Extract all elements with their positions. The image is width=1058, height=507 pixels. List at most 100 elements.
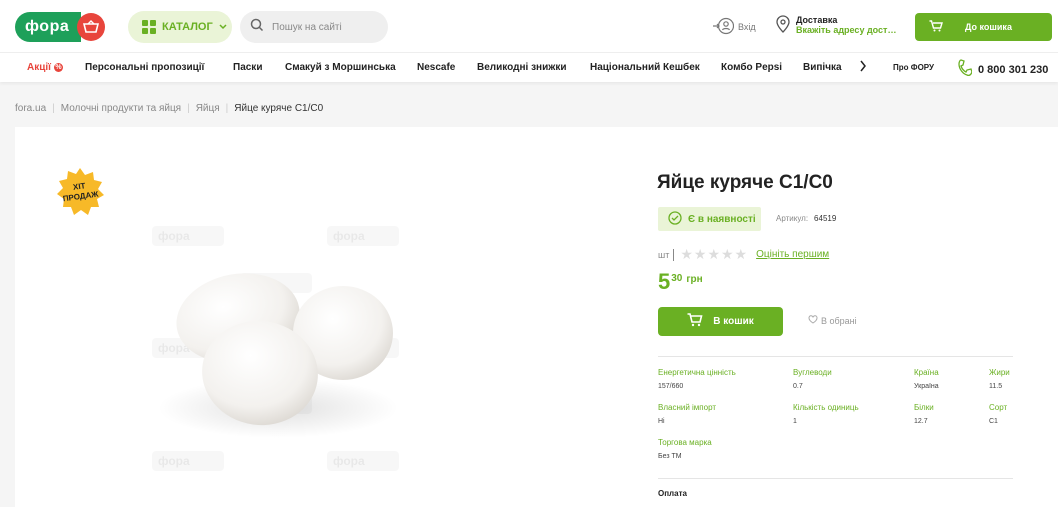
- price-currency: грн: [686, 274, 703, 285]
- property-key: Вуглеводи: [793, 368, 832, 377]
- cart-label: До кошика: [965, 22, 1012, 32]
- product-title: Яйце куряче С1/С0: [657, 172, 833, 193]
- breadcrumb: fora.ua | Молочні продукти та яйця | Яйц…: [15, 103, 323, 114]
- percent-icon: %: [53, 63, 63, 72]
- property-value: 1: [793, 418, 797, 425]
- watermark: фора: [327, 451, 399, 471]
- login-link[interactable]: Вхід: [712, 17, 756, 37]
- article-label: Артикул:: [776, 214, 809, 223]
- logo-text: фора: [15, 12, 82, 42]
- basket-logo-icon: [77, 13, 106, 41]
- cart-button[interactable]: До кошика: [915, 13, 1052, 41]
- divider: [658, 356, 1013, 357]
- property-own-import: Власний імпорт Ні: [658, 403, 716, 425]
- favorite-label: В обрані: [821, 315, 857, 326]
- payment-heading[interactable]: Оплата: [658, 489, 687, 498]
- phone-number: 0 800 301 230: [978, 63, 1049, 76]
- article-value: 64519: [814, 214, 837, 223]
- property-units-count: Кількість одиниць 1: [793, 403, 859, 425]
- breadcrumb-separator: |: [187, 103, 190, 114]
- promo-nav: Акції % Персональні пропозиції Паски Сма…: [0, 52, 1058, 82]
- nav-item-cashback[interactable]: Національний Кешбек: [590, 62, 700, 73]
- rating-row: шт ★★★★★ Оцініть першим: [658, 246, 829, 263]
- price: 5 30 грн: [658, 270, 703, 294]
- property-value: 12.7: [914, 418, 928, 425]
- grid-icon: [142, 20, 156, 34]
- heart-icon: [808, 315, 818, 326]
- chevron-down-icon: [219, 21, 227, 33]
- search-icon: [250, 18, 264, 37]
- property-value: 0.7: [793, 383, 803, 390]
- property-key: Країна: [914, 368, 939, 377]
- cart-icon: [687, 313, 703, 330]
- property-value: Ні: [658, 418, 665, 425]
- property-brand: Торгова марка Без ТМ: [658, 438, 712, 460]
- nav-item-nescafe[interactable]: Nescafe: [417, 62, 455, 73]
- nav-item-promotions[interactable]: Акції %: [27, 62, 63, 73]
- rating-stars-icon[interactable]: ★★★★★: [680, 246, 748, 263]
- check-circle-icon: [668, 210, 682, 228]
- favorite-button[interactable]: В обрані: [808, 315, 857, 326]
- add-to-cart-button[interactable]: В кошик: [658, 307, 783, 336]
- property-value: Україна: [914, 383, 939, 390]
- breadcrumb-separator: |: [52, 103, 55, 114]
- property-value: 11.5: [989, 383, 1003, 390]
- chevron-right-icon[interactable]: [859, 60, 867, 75]
- watermark: фора: [152, 451, 224, 471]
- phone-link[interactable]: 0 800 301 230: [958, 59, 1048, 80]
- site-header: фора КАТАЛОГ Вхід Доставка Вкажіть адрес…: [0, 0, 1058, 52]
- login-label: Вхід: [738, 22, 756, 32]
- watermark: фора: [152, 226, 224, 246]
- property-carbs: Вуглеводи 0.7: [793, 368, 832, 390]
- article-number: Артикул: 64519: [776, 214, 836, 223]
- watermark: фора: [327, 226, 399, 246]
- property-proteins: Білки 12.7: [914, 403, 934, 425]
- price-cents: 30: [671, 273, 683, 284]
- logo[interactable]: фора: [15, 12, 106, 42]
- property-key: Жири: [989, 368, 1010, 377]
- nav-item-paska[interactable]: Паски: [233, 62, 262, 73]
- property-value: 157/660: [658, 383, 684, 390]
- nav-item-pepsi[interactable]: Комбо Pepsi: [721, 62, 782, 73]
- property-key: Енергетична цінність: [658, 368, 736, 377]
- phone-icon: [958, 59, 973, 80]
- cart-icon: [929, 20, 943, 34]
- divider: [673, 248, 675, 261]
- price-main: 5: [658, 269, 671, 294]
- stock-status: Є в наявності: [658, 207, 761, 231]
- nav-label: Акції: [27, 62, 51, 73]
- property-grade: Сорт С1: [989, 403, 1007, 425]
- nav-item-personal-offers[interactable]: Персональні пропозиції: [85, 62, 204, 73]
- breadcrumb-item[interactable]: Молочні продукти та яйця: [61, 103, 181, 114]
- divider: [658, 478, 1013, 479]
- product-image-eggs: [158, 273, 398, 438]
- unit-label: шт: [658, 249, 670, 260]
- nav-item-easter-discounts[interactable]: Великодні знижки: [477, 62, 566, 73]
- catalog-label: КАТАЛОГ: [162, 21, 213, 33]
- nav-item-about[interactable]: Про ФОРУ: [893, 63, 934, 72]
- search-input[interactable]: [272, 21, 382, 33]
- catalog-button[interactable]: КАТАЛОГ: [128, 11, 232, 43]
- property-key: Власний імпорт: [658, 403, 717, 412]
- add-to-cart-label: В кошик: [713, 316, 754, 327]
- breadcrumb-item[interactable]: Яйця: [196, 103, 220, 114]
- nav-item-bakery[interactable]: Випічка: [803, 62, 842, 73]
- delivery-selector[interactable]: Доставка Вкажіть адресу доставки: [776, 15, 898, 38]
- property-key: Кількість одиниць: [793, 403, 859, 412]
- delivery-address: Вкажіть адресу доставки: [796, 25, 898, 35]
- breadcrumb-item[interactable]: fora.ua: [15, 103, 46, 114]
- property-key: Сорт: [989, 403, 1008, 412]
- property-key: Білки: [914, 403, 934, 412]
- property-key: Торгова марка: [658, 438, 712, 447]
- rate-first-link[interactable]: Оцініть першим: [756, 249, 829, 260]
- property-energy: Енергетична цінність 157/660: [658, 368, 736, 390]
- bestseller-badge: ХІТ ПРОДАЖ: [55, 167, 105, 217]
- property-value: Без ТМ: [658, 453, 682, 460]
- location-pin-icon: [776, 15, 790, 38]
- search-box[interactable]: [240, 11, 388, 43]
- nav-item-morshynska[interactable]: Смакуй з Моршинська: [285, 62, 396, 73]
- stock-label: Є в наявності: [688, 213, 756, 225]
- property-country: Країна Україна: [914, 368, 939, 390]
- property-value: С1: [989, 418, 998, 425]
- delivery-title: Доставка: [796, 15, 838, 25]
